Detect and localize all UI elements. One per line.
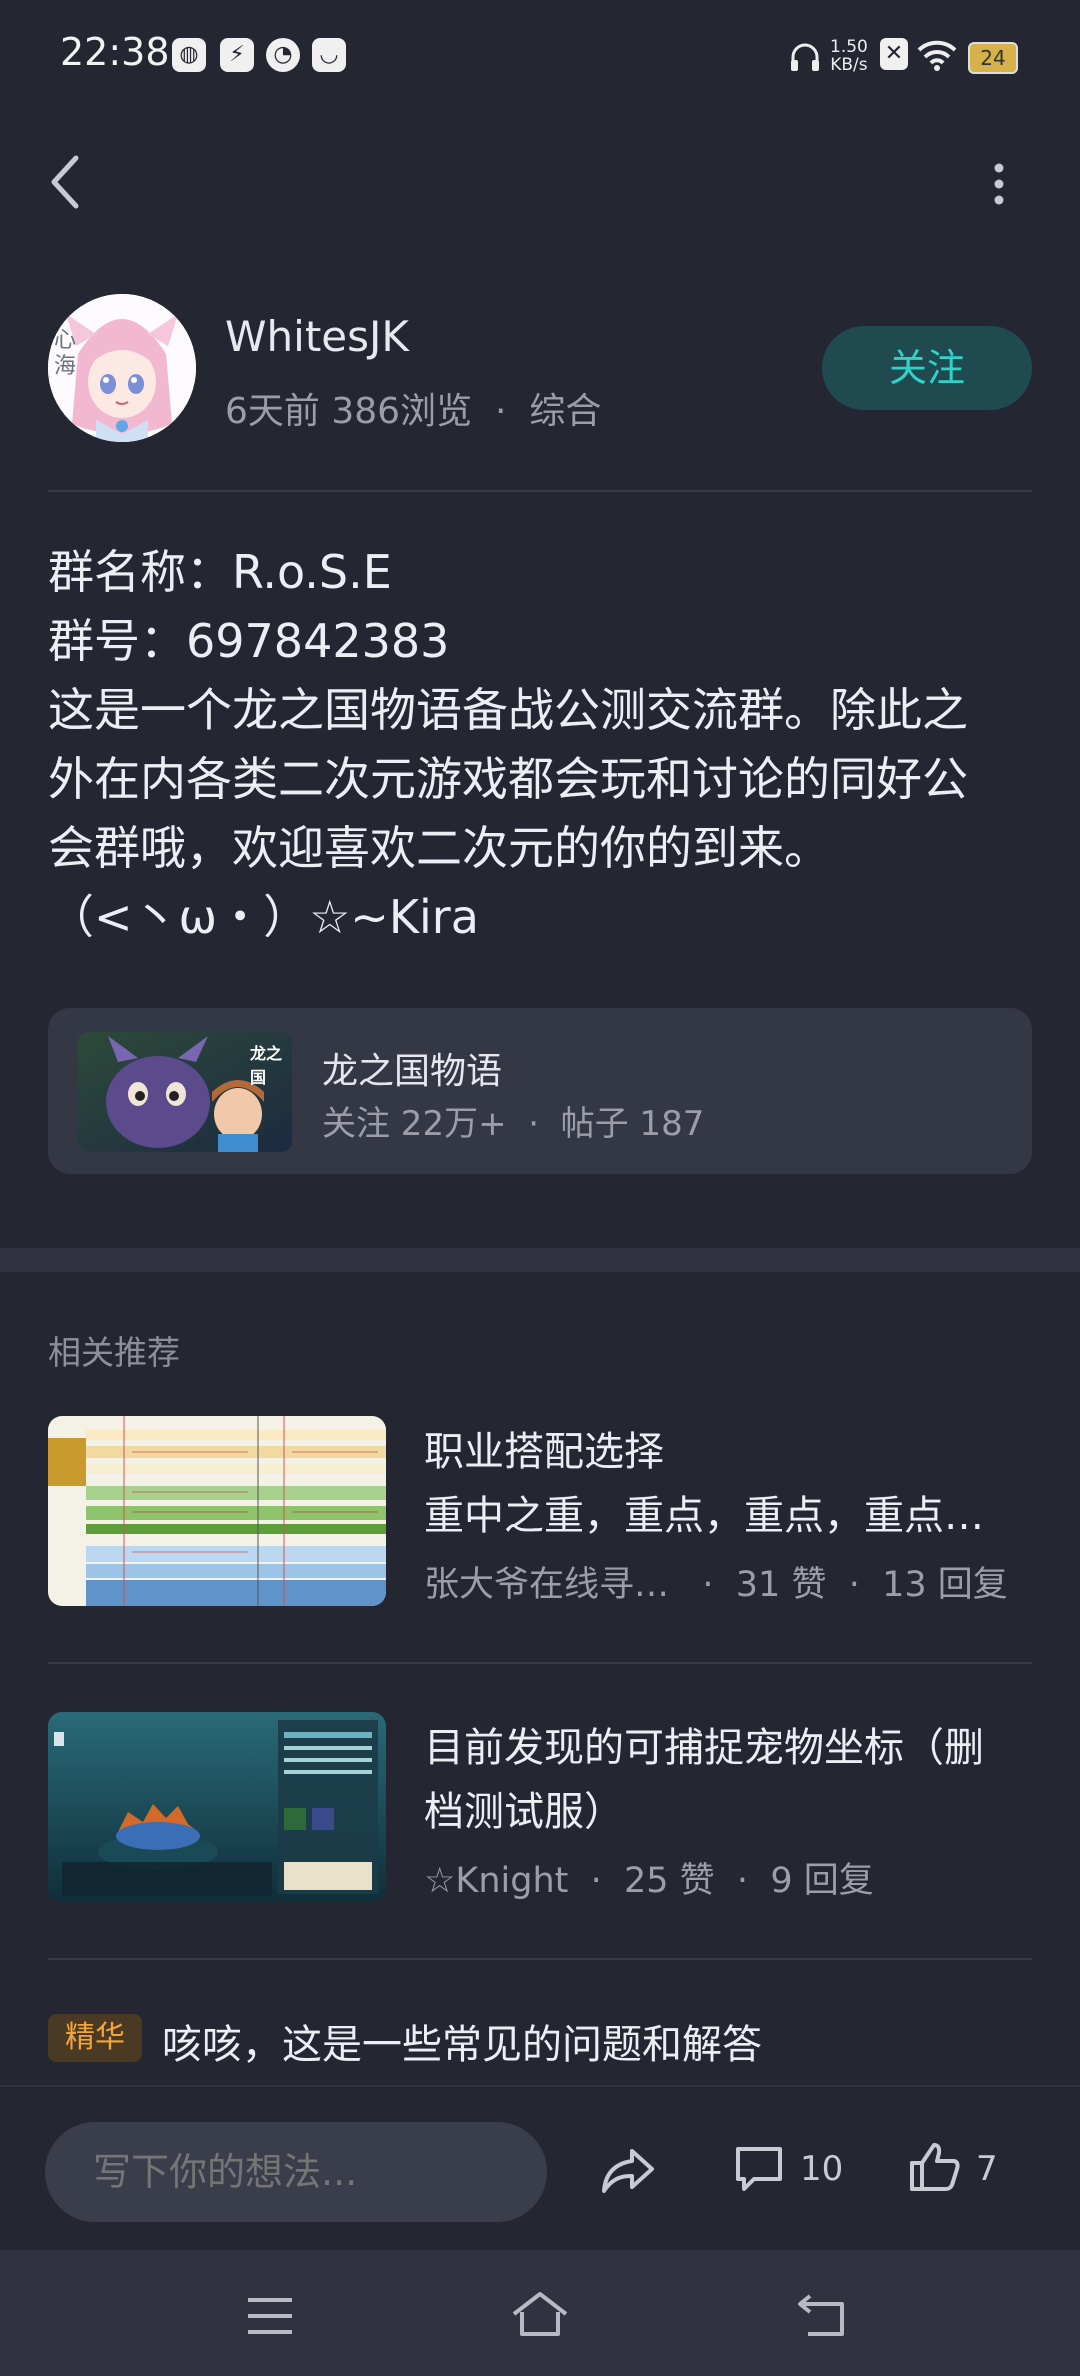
related-item[interactable]: 目前发现的可捕捉宠物坐标（删 档测试服） ☆Knight · 25 赞 · 9 …	[0, 1696, 1080, 1916]
topic-posts: 帖子 187	[560, 1104, 705, 1144]
post-line: 外在内各类二次元游戏都会玩和讨论的同好公	[48, 752, 968, 806]
related-item-thumbnail	[48, 1416, 386, 1606]
message-app-icon: ◡	[312, 38, 346, 72]
post-time: 6天前	[225, 391, 320, 432]
item-divider	[48, 1958, 1032, 1960]
meta-separator: ·	[494, 391, 507, 432]
comment-icon	[736, 2147, 782, 2191]
post-line: （<丶ω・）☆~Kira	[48, 890, 479, 944]
related-item-likes: 31 赞	[735, 1565, 827, 1605]
header-divider	[48, 490, 1032, 492]
post-line: 群号：697842383	[48, 614, 450, 668]
comment-count: 10	[800, 2149, 844, 2189]
comment-action-bar: 10 7	[0, 2085, 1080, 2252]
wechat-icon: ◍	[172, 38, 206, 72]
topic-stats: 关注 22万+ · 帖子 187	[322, 1096, 704, 1145]
post-category[interactable]: 综合	[529, 391, 601, 432]
network-speed: 1.50 KB/s	[830, 38, 868, 74]
related-item-replies: 13 回复	[882, 1565, 1008, 1605]
related-item-meta: ☆Knight · 25 赞 · 9 回复	[424, 1861, 874, 1901]
author-name[interactable]: WhitesJK	[225, 312, 409, 361]
topic-followers: 关注 22万+	[322, 1104, 507, 1144]
follow-button[interactable]: 关注	[822, 326, 1032, 410]
related-item-title-line: 职业搭配选择	[424, 1429, 664, 1475]
menu-icon[interactable]	[246, 2296, 294, 2336]
related-section-title: 相关推荐	[48, 1333, 180, 1372]
related-item-title-line: 档测试服）	[424, 1789, 624, 1835]
headphones-icon	[791, 43, 819, 71]
home-icon[interactable]	[510, 2290, 570, 2338]
avatar-text: 心海	[54, 328, 77, 379]
item-divider	[48, 1662, 1032, 1664]
network-speed-value: 1.50	[830, 37, 868, 57]
avatar[interactable]: 心海	[48, 294, 196, 442]
related-item[interactable]: 职业搭配选择 重中之重，重点，重点，重点… 张大爷在线寻… · 31 赞 · 1…	[0, 1400, 1080, 1620]
back-nav-icon[interactable]	[796, 2290, 852, 2338]
post-line: 这是一个龙之国物语备战公测交流群。除此之	[48, 683, 968, 737]
speed-app-icon: ◔	[266, 38, 300, 72]
status-bar: 22:38 ◍ ⚡ ◔ ◡ 1.50 KB/s ✕ 24	[0, 0, 1080, 118]
related-item-title: 职业搭配选择 重中之重，重点，重点，重点…	[424, 1420, 1034, 1548]
thumbs-up-icon	[910, 2143, 960, 2191]
more-options-icon[interactable]	[984, 160, 1014, 208]
post-line: 群名称：R.o.S.E	[48, 545, 392, 599]
related-item-replies: 9 回复	[770, 1861, 874, 1901]
battery-icon: 24	[968, 42, 1018, 74]
topic-thumbnail: 龙之国	[78, 1032, 292, 1152]
view-count: 386浏览	[331, 391, 473, 432]
share-icon[interactable]	[598, 2143, 658, 2199]
related-item-meta: 张大爷在线寻… · 31 赞 · 13 回复	[424, 1565, 1008, 1605]
post-line: 会群哦，欢迎喜欢二次元的你的到来。	[48, 821, 830, 875]
related-item-thumbnail	[48, 1712, 386, 1902]
post-meta: 6天前 386浏览 · 综合	[225, 382, 601, 434]
section-separator	[0, 1248, 1080, 1272]
status-time: 22:38	[60, 30, 170, 74]
topic-separator: ·	[528, 1104, 539, 1144]
like-count: 7	[976, 2149, 998, 2189]
related-item-title-line: 目前发现的可捕捉宠物坐标（删	[424, 1725, 984, 1771]
post-content: 群名称：R.o.S.E 群号：697842383 这是一个龙之国物语备战公测交流…	[48, 538, 1038, 952]
related-item-author: 张大爷在线寻…	[424, 1565, 670, 1605]
related-item-title: 目前发现的可捕捉宠物坐标（删 档测试服）	[424, 1716, 1034, 1844]
topic-thumb-logo: 龙之国	[250, 1044, 283, 1087]
related-item-likes: 25 赞	[624, 1861, 715, 1901]
bolt-app-icon: ⚡	[220, 38, 254, 72]
topic-name: 龙之国物语	[322, 1051, 503, 1092]
related-item-title-line: 重中之重，重点，重点，重点…	[424, 1493, 984, 1539]
back-arrow-icon[interactable]	[42, 150, 90, 214]
system-nav-bar	[0, 2250, 1080, 2376]
no-sim-icon: ✕	[880, 38, 908, 70]
topic-card[interactable]: 龙之国 龙之国物语 关注 22万+ · 帖子 187	[48, 1008, 1032, 1174]
comment-input[interactable]	[45, 2122, 547, 2222]
wifi-icon	[917, 40, 957, 71]
featured-badge: 精华	[48, 2014, 142, 2062]
related-item-author: ☆Knight	[424, 1861, 569, 1901]
related-item-title[interactable]: 咳咳，这是一些常见的问题和解答	[162, 2012, 762, 2070]
network-speed-unit: KB/s	[830, 55, 868, 75]
